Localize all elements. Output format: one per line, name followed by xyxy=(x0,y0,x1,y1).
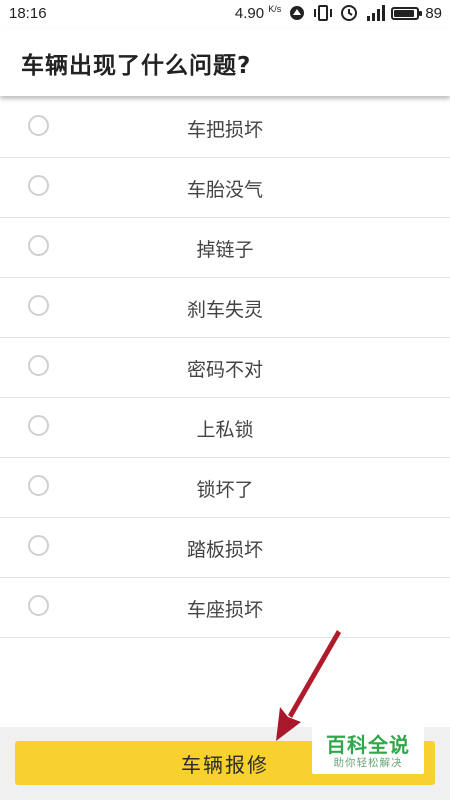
option-row-pedal-broken[interactable]: 踏板损坏 xyxy=(0,518,450,578)
page-header: 车辆出现了什么问题? xyxy=(0,28,450,96)
watermark-subtitle: 助你轻松解决 xyxy=(333,757,403,769)
battery-level: 89 xyxy=(425,4,442,22)
network-speed: 4.90 K/s xyxy=(235,4,281,22)
option-label: 刹车失灵 xyxy=(186,299,263,321)
option-label: 车把损坏 xyxy=(186,119,263,141)
network-speed-value: 4.90 xyxy=(234,5,265,22)
option-row-seat-broken[interactable]: 车座损坏 xyxy=(0,578,450,638)
option-row-private-lock[interactable]: 上私锁 xyxy=(0,398,450,458)
option-row-lock-broken[interactable]: 锁坏了 xyxy=(0,458,450,518)
watermark-title: 百科全说 xyxy=(326,733,410,757)
option-label: 密码不对 xyxy=(186,359,263,381)
status-time: 18:16 xyxy=(9,5,47,22)
option-label: 车胎没气 xyxy=(186,179,263,201)
hotspot-icon xyxy=(287,4,307,22)
option-row-chain-off[interactable]: 掉链子 xyxy=(0,218,450,278)
signal-icon xyxy=(365,4,386,22)
status-bar: 18:16 4.90 K/s 89 xyxy=(0,0,450,28)
battery-icon xyxy=(391,6,423,20)
alarm-icon xyxy=(339,4,359,22)
option-label: 踏板损坏 xyxy=(186,539,263,561)
option-row-wrong-code[interactable]: 密码不对 xyxy=(0,338,450,398)
network-speed-unit: K/s xyxy=(268,4,282,14)
option-label: 上私锁 xyxy=(196,419,254,441)
baike-watermark-logo: 百科全说 助你轻松解决 xyxy=(312,724,424,774)
status-icons: 4.90 K/s 89 xyxy=(235,4,442,22)
vibrate-icon xyxy=(313,4,333,22)
page-title: 车辆出现了什么问题? xyxy=(21,53,252,79)
problem-option-list: 车把损坏 车胎没气 掉链子 刹车失灵 密码不对 上私锁 锁坏了 踏板损坏 车座损… xyxy=(0,98,450,638)
option-row-brake-failure[interactable]: 刹车失灵 xyxy=(0,278,450,338)
battery-fill xyxy=(394,9,415,17)
option-label: 车座损坏 xyxy=(186,599,263,621)
option-label: 锁坏了 xyxy=(196,479,254,501)
option-label: 掉链子 xyxy=(196,239,254,261)
option-row-handlebar[interactable]: 车把损坏 xyxy=(0,98,450,158)
option-row-flat-tire[interactable]: 车胎没气 xyxy=(0,158,450,218)
